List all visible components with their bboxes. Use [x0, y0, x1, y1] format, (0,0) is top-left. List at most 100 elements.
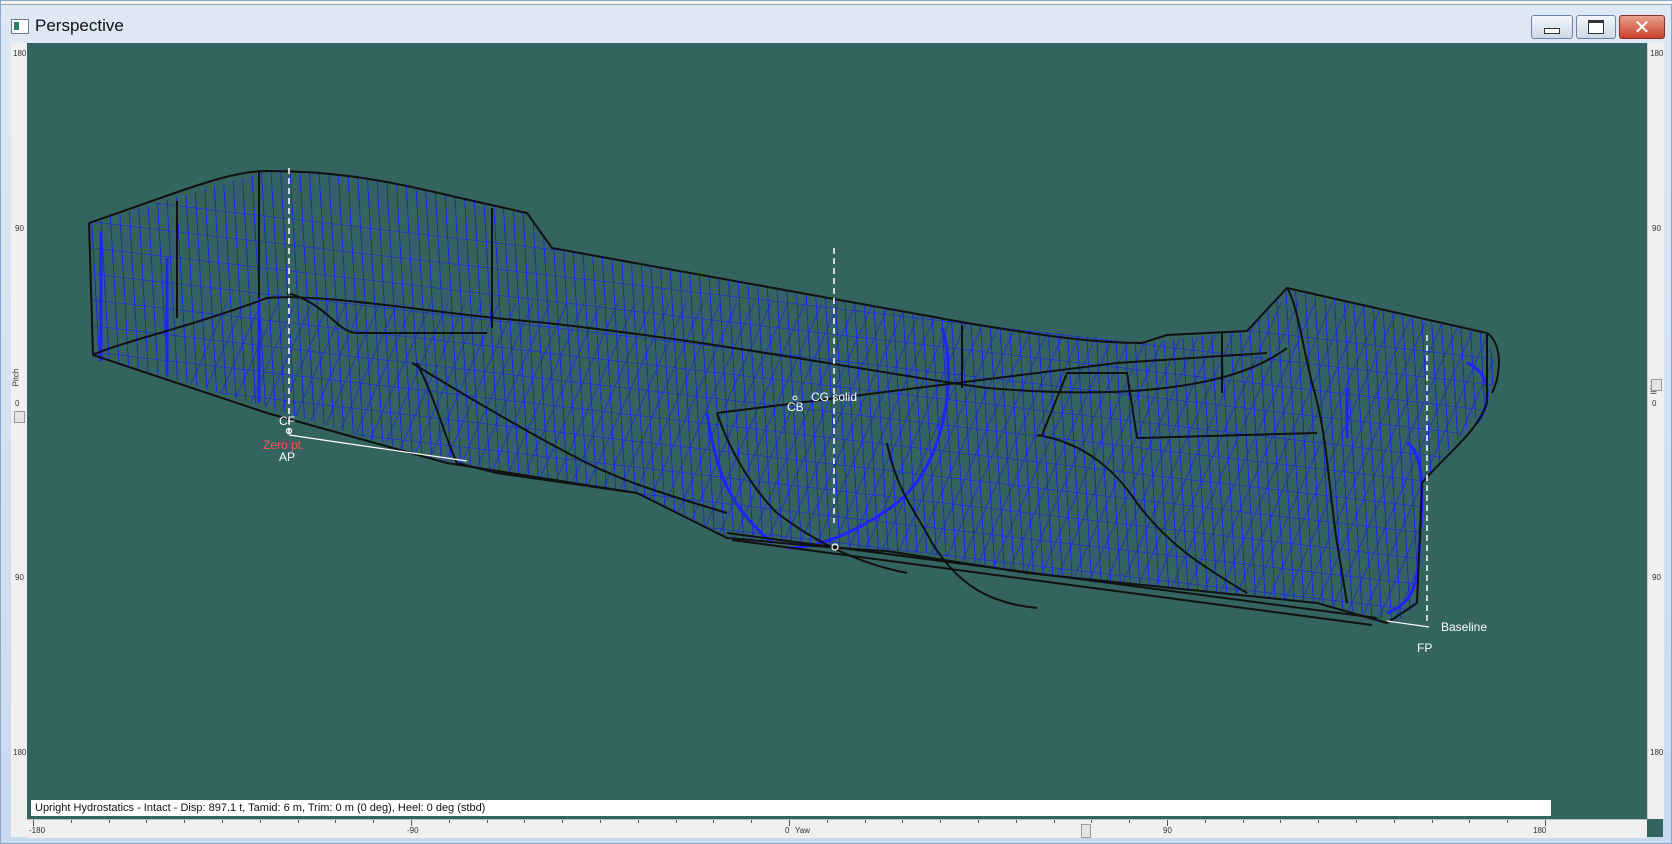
mesh-line: [1353, 171, 1385, 623]
mesh-line: [1008, 171, 1039, 623]
mesh-line: [614, 171, 646, 623]
mesh-line: [201, 171, 233, 623]
yaw-slider-thumb[interactable]: [1081, 824, 1091, 838]
baseline-fwd: [1386, 620, 1430, 628]
mesh-line: [1494, 302, 1497, 623]
mesh-line: [125, 171, 156, 623]
mesh-line: [695, 302, 857, 623]
fp-label: FP: [1417, 641, 1432, 655]
baseline-label: Baseline: [1441, 620, 1487, 634]
perspective-viewport[interactable]: CF Zero pt. AP CB CG solid Baseline FP U…: [27, 43, 1647, 819]
yaw-tick-mark: [562, 820, 564, 823]
mesh-line: [653, 171, 684, 623]
mesh-line: [1498, 143, 1528, 663]
mesh-line: [1239, 302, 1401, 623]
mesh-line: [297, 171, 329, 623]
yaw-tick-mark: [675, 820, 677, 823]
mesh-line: [865, 302, 1027, 623]
minimize-button[interactable]: [1531, 15, 1573, 39]
mesh-line: [1248, 171, 1279, 623]
roll-slider-thumb[interactable]: [1651, 379, 1662, 391]
hydrostatics-status-bar: Upright Hydrostatics - Intact - Disp: 89…: [31, 800, 1551, 816]
mesh-line: [509, 171, 540, 623]
maximize-button[interactable]: [1576, 15, 1616, 39]
mesh-line: [576, 302, 738, 623]
mesh-line: [831, 302, 993, 623]
mesh-line: [662, 171, 694, 623]
title-bar[interactable]: Perspective ✕: [1, 5, 1671, 43]
perspective-window: Perspective ✕ 180 90 0 90 180 Pitch CF Z…: [0, 0, 1672, 844]
mesh-line: [537, 171, 569, 623]
mesh-line: [979, 171, 1011, 623]
yaw-tick-mark: [1469, 820, 1471, 823]
mesh-line: [933, 302, 1095, 623]
mesh-line: [1267, 171, 1299, 623]
yaw-ruler[interactable]: -180 -90 0 Yaw 90 180: [27, 819, 1647, 838]
roll-ruler[interactable]: 180 90 0 90 180 Roll: [1647, 43, 1664, 819]
yaw-tick-mark: [222, 820, 223, 823]
mesh-line: [678, 302, 840, 623]
mesh-line: [1171, 171, 1203, 623]
mesh-line: [240, 171, 271, 623]
mesh-line: [1488, 171, 1497, 623]
mesh-line: [1478, 171, 1497, 623]
mesh-line: [969, 171, 1001, 623]
mesh-line: [413, 171, 444, 623]
window-app-icon: [11, 19, 29, 34]
mesh-line: [389, 302, 551, 623]
mesh-line: [1373, 171, 1404, 623]
mesh-line: [883, 171, 915, 623]
mesh-line: [1563, 303, 1647, 663]
mesh-line: [1508, 143, 1538, 663]
yaw-tick-mark: [1431, 820, 1433, 823]
yaw-tick-label: 0: [785, 826, 790, 835]
mesh-line: [185, 302, 347, 623]
mesh-line: [403, 171, 435, 623]
mesh-line: [480, 171, 511, 623]
mesh-line: [489, 171, 521, 623]
yaw-ruler-label: Yaw: [795, 826, 810, 835]
mesh-line: [163, 171, 195, 623]
close-button[interactable]: ✕: [1619, 15, 1665, 39]
hull-mesh: [89, 143, 1647, 663]
pitch-slider-thumb[interactable]: [14, 411, 25, 423]
mesh-line: [710, 171, 742, 623]
mesh-line: [1449, 171, 1481, 623]
yaw-tick-mark: [448, 820, 450, 823]
mesh-line: [916, 302, 1078, 623]
yaw-tick-mark: [978, 820, 979, 823]
mesh-line: [253, 302, 415, 623]
yaw-tick-mark: [600, 820, 601, 823]
yaw-tick-mark: [902, 820, 904, 823]
mesh-line: [624, 171, 655, 623]
pitch-tick-label: 0: [15, 399, 20, 408]
ap-label: AP: [279, 450, 295, 464]
mesh-line: [1512, 303, 1647, 663]
mesh-line: [902, 171, 934, 623]
yaw-tick-mark: [1053, 820, 1055, 823]
pitch-tick-label: 180: [13, 49, 27, 58]
mesh-line: [1075, 171, 1107, 623]
mesh-line: [1296, 171, 1327, 623]
roll-tick-label: 180: [1650, 49, 1664, 58]
client-area: 180 90 0 90 180 Pitch CF Zero pt. AP CB …: [11, 43, 1664, 838]
yaw-tick-mark: [1280, 820, 1282, 823]
pitch-tick-label: 90: [15, 573, 24, 582]
mesh-line: [374, 171, 406, 623]
mesh-line: [393, 171, 425, 623]
mesh-line: [89, 244, 1497, 416]
yaw-tick-mark: [637, 820, 639, 823]
mesh-line: [89, 452, 1497, 623]
yaw-tick-mark: [108, 820, 110, 823]
yaw-tick-label: -90: [407, 826, 419, 835]
mesh-line: [758, 171, 790, 623]
yaw-tick-mark: [826, 820, 828, 823]
pitch-ruler[interactable]: 180 90 0 90 180 Pitch: [11, 43, 28, 819]
mesh-line: [355, 171, 387, 623]
mesh-line: [89, 504, 1497, 623]
mesh-line: [1277, 171, 1308, 623]
mesh-line: [1018, 302, 1180, 623]
mesh-line: [1440, 171, 1471, 623]
mesh-line: [100, 302, 262, 623]
ruler-corner: [1647, 819, 1663, 837]
